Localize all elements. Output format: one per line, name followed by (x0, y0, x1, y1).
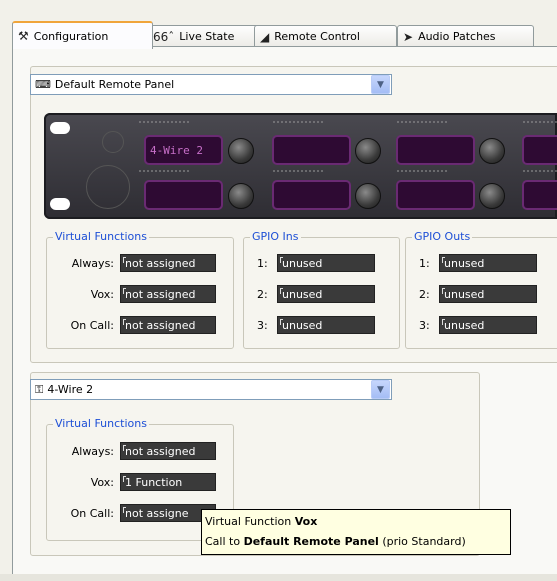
indicator-ring-large (86, 165, 130, 209)
kvf-label: Always: (71, 444, 114, 458)
wrench-hammer-icon: ⚒ (18, 29, 29, 43)
gpio-in-label: 1: (257, 256, 268, 270)
vf-label: Always: (71, 256, 114, 270)
vf-row-oncall: On Call: not assigned (50, 316, 216, 334)
kvf-row-always: Always: not assigned (50, 442, 216, 460)
gpio-out-row-3: 3: unused (419, 316, 537, 334)
key-virtual-functions-legend: Virtual Functions (53, 417, 149, 430)
gpio-in-label: 3: (257, 318, 268, 332)
remote-control-icon: ◢ (260, 29, 270, 44)
audio-patch-icon: ➤ (403, 29, 414, 44)
tab-bar: ⚒ Configuration 66ˆ Live State ◢ Remote … (12, 21, 557, 49)
vf-label: Vox: (90, 287, 114, 301)
gpio-in-value-2[interactable]: unused (277, 285, 375, 303)
vf-label: On Call: (70, 318, 114, 332)
key-display-4[interactable] (272, 180, 351, 210)
tab-label: Audio Patches (418, 30, 496, 43)
label-dots (522, 121, 557, 123)
gpio-out-row-1: 1: unused (419, 254, 537, 272)
key-icon: ⚿ (35, 382, 44, 396)
kvf-value-always[interactable]: not assigned (120, 442, 216, 460)
kvf-row-oncall: On Call: not assigne (50, 504, 216, 522)
key-knob-4[interactable] (355, 183, 381, 209)
label-dots (522, 170, 557, 172)
tooltip: Virtual Function Vox Call to Default Rem… (201, 509, 511, 555)
tab-live-state[interactable]: 66ˆ Live State (147, 25, 259, 47)
kvf-row-vox: Vox: 1 Function (50, 473, 216, 491)
kvf-label: Vox: (90, 475, 114, 489)
gpio-out-value-2[interactable]: unused (439, 285, 537, 303)
key-knob-2[interactable] (228, 183, 254, 209)
gpio-in-row-1: 1: unused (257, 254, 375, 272)
tooltip-text: Call to (205, 535, 244, 548)
tab-audio-patches[interactable]: ➤ Audio Patches (397, 25, 534, 47)
kvf-label: On Call: (70, 506, 114, 520)
chevron-down-icon[interactable]: ▼ (371, 380, 390, 399)
gpio-in-value-1[interactable]: unused (277, 254, 375, 272)
status-led-bottom (50, 198, 70, 210)
key-display-2[interactable] (144, 180, 223, 210)
indicator-ring-small (102, 131, 124, 153)
key-display-6[interactable] (396, 180, 475, 210)
gpio-in-value-3[interactable]: unused (277, 316, 375, 334)
gpio-ins-legend: GPIO Ins (250, 230, 301, 243)
key-display-7[interactable] (522, 135, 557, 165)
label-dots (138, 170, 190, 172)
status-led-top (50, 122, 70, 134)
vf-row-vox: Vox: not assigned (50, 285, 216, 303)
tab-remote-control[interactable]: ◢ Remote Control (254, 25, 397, 47)
tooltip-line-1: Virtual Function Vox (205, 512, 507, 532)
vf-row-always: Always: not assigned (50, 254, 216, 272)
vf-value-always[interactable]: not assigned (120, 254, 216, 272)
tooltip-line-2: Call to Default Remote Panel (prio Stand… (205, 532, 507, 552)
tooltip-bold: Vox (294, 515, 318, 528)
glasses-icon: 66ˆ (153, 29, 175, 44)
key-knob-3[interactable] (355, 138, 381, 164)
key-display-1[interactable]: 4-Wire 2 (144, 135, 223, 165)
key-display-text: 4-Wire 2 (150, 143, 203, 157)
gpio-out-row-2: 2: unused (419, 285, 537, 303)
chevron-down-icon[interactable]: ▼ (371, 75, 390, 94)
key-display-3[interactable] (272, 135, 351, 165)
label-dots (396, 170, 448, 172)
key-knob-1[interactable] (228, 138, 254, 164)
gpio-in-row-3: 3: unused (257, 316, 375, 334)
key-knob-5[interactable] (479, 138, 505, 164)
label-dots (138, 121, 190, 123)
tab-label: Configuration (33, 29, 109, 43)
remote-panel-select-value: Default Remote Panel (54, 78, 175, 91)
vf-value-oncall[interactable]: not assigned (120, 316, 216, 334)
key-select[interactable]: ⚿ 4-Wire 2 ▼ (30, 379, 392, 400)
gpio-out-label: 1: (419, 256, 430, 270)
remote-panel-device: 4-Wire 2 (44, 113, 557, 219)
label-dots (272, 121, 324, 123)
tab-label: Remote Control (274, 30, 360, 43)
remote-panel-select[interactable]: ⌨ Default Remote Panel ▼ (30, 74, 392, 95)
key-display-5[interactable] (396, 135, 475, 165)
key-knob-6[interactable] (479, 183, 505, 209)
virtual-functions-legend: Virtual Functions (53, 230, 149, 243)
label-dots (272, 170, 324, 172)
gpio-out-value-3[interactable]: unused (439, 316, 537, 334)
gpio-in-label: 2: (257, 287, 268, 301)
bottom-strip (0, 574, 557, 581)
keyboard-icon: ⌨ (35, 78, 51, 91)
gpio-out-value-1[interactable]: unused (439, 254, 537, 272)
vf-value-vox[interactable]: not assigned (120, 285, 216, 303)
gpio-outs-legend: GPIO Outs (412, 230, 473, 243)
tooltip-text: (prio Standard) (378, 535, 466, 548)
kvf-value-vox[interactable]: 1 Function (120, 473, 216, 491)
gpio-in-row-2: 2: unused (257, 285, 375, 303)
label-dots (396, 121, 448, 123)
tab-configuration[interactable]: ⚒ Configuration (12, 21, 153, 49)
gpio-out-label: 3: (419, 318, 430, 332)
key-display-8[interactable] (522, 180, 557, 210)
tab-label: Live State (179, 30, 235, 43)
tooltip-text: Virtual Function (205, 515, 295, 528)
tooltip-bold: Default Remote Panel (243, 535, 379, 548)
key-select-value: 4-Wire 2 (47, 383, 94, 396)
gpio-out-label: 2: (419, 287, 430, 301)
